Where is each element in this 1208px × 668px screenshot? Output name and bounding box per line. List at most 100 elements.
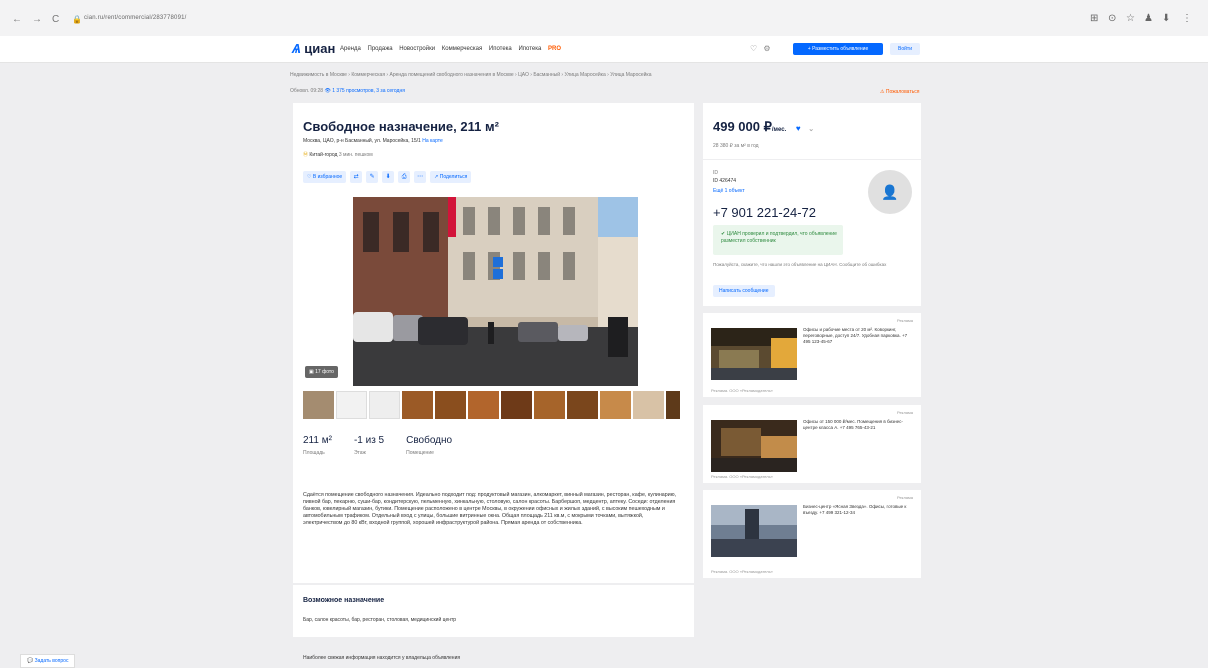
- nav-commercial[interactable]: Коммерческая: [442, 46, 482, 52]
- thumbnail[interactable]: [402, 391, 433, 419]
- address-bar[interactable]: cian.ru/rent/commercial/283778091/: [84, 15, 187, 21]
- share-label: Поделиться: [439, 174, 468, 180]
- ad-photo: [711, 328, 797, 380]
- listing-address: Москва, ЦАО, р-н Басманный, ул. Маросейк…: [303, 138, 443, 144]
- ad-photo: [711, 505, 797, 557]
- agent-other-listings[interactable]: Ещё 1 объект: [713, 188, 745, 194]
- price: 499 000 ₽/мес. ♥ ⌄: [713, 119, 814, 135]
- nav-mortgage[interactable]: Ипотека: [489, 46, 512, 52]
- compare-icon[interactable]: ⇄: [350, 171, 363, 183]
- ad-image: [711, 328, 797, 380]
- listing-params: 211 м² Площадь -1 из 5 Этаж Свободно Пом…: [303, 435, 452, 456]
- thumbnail[interactable]: [336, 391, 367, 419]
- favorite-button[interactable]: ♡ В избранное: [303, 171, 347, 183]
- agent-note: Пожалуйста, скажите, что нашли это объяв…: [713, 262, 887, 267]
- purpose-card: Возможное назначение Бар, салон красоты,…: [293, 585, 694, 637]
- purpose-text: Бар, салон красоты, бар, ресторан, столо…: [303, 617, 457, 623]
- ad-footer: Реклама. ООО «Рекламодатель»: [711, 388, 773, 393]
- ad-card[interactable]: Реклама Бизнес-центр «Ясная Звезда». Офи…: [703, 490, 921, 578]
- more-icon[interactable]: ⋯: [414, 171, 427, 183]
- extensions-icon[interactable]: ⊞: [1090, 13, 1098, 24]
- forward-icon[interactable]: →: [32, 14, 42, 25]
- ad-card[interactable]: Реклама Офисы от 150 000 ₽/мес. Помещени…: [703, 405, 921, 483]
- login-button[interactable]: Войти: [890, 43, 920, 55]
- updated-info: Обновл. 09:28 👁 1 375 просмотров, 3 за с…: [290, 88, 405, 94]
- favorites-icon[interactable]: ♡: [750, 44, 757, 53]
- param-label: Площадь: [303, 450, 325, 456]
- param-floor: -1 из 5 Этаж: [354, 435, 384, 456]
- profile-icon[interactable]: ♟: [1144, 13, 1153, 24]
- thumbnail[interactable]: [501, 391, 532, 419]
- param-area: 211 м² Площадь: [303, 435, 332, 456]
- nav-rent[interactable]: Аренда: [340, 46, 361, 52]
- ad-card[interactable]: Реклама Офисы и рабочие места от 20 м². …: [703, 313, 921, 397]
- thumbnail[interactable]: [600, 391, 631, 419]
- reload-icon[interactable]: C: [52, 14, 59, 25]
- param-value: -1 из 5: [353, 435, 385, 446]
- menu-icon[interactable]: ⋮: [1182, 13, 1192, 24]
- zoom-icon[interactable]: ⊙: [1108, 13, 1116, 24]
- logo[interactable]: Ѧ циан: [292, 41, 335, 56]
- ad-image: [711, 420, 797, 472]
- agent-label: ID: [713, 170, 718, 176]
- verified-text: ✔ ЦИАН проверил и подтвердил, что объявл…: [721, 231, 837, 244]
- favorite-label: В избранное: [312, 174, 343, 180]
- thumbnail[interactable]: [303, 391, 334, 419]
- back-icon[interactable]: ←: [12, 14, 22, 25]
- ad-text: Бизнес-центр «Ясная Звезда». Офисы, гото…: [803, 504, 907, 515]
- address-text[interactable]: Москва, ЦАО, р-н Басманный, ул. Маросейк…: [303, 138, 421, 144]
- breadcrumb[interactable]: Недвижимость в Москве › Коммерческая › А…: [290, 72, 652, 78]
- ad-image: [711, 505, 797, 557]
- print-icon[interactable]: ⎙: [398, 171, 411, 183]
- write-message-button[interactable]: Написать сообщение: [713, 285, 775, 297]
- price-favorite-icon[interactable]: ♥: [796, 124, 801, 133]
- place-ad-button[interactable]: + Разместить объявление: [793, 43, 883, 55]
- listing-title: Свободное назначение, 211 м²: [303, 119, 499, 134]
- agent-card: ID ID 426474 Ещё 1 объект 👤 +7 901 221-2…: [703, 160, 921, 306]
- ad-text: Офисы от 150 000 ₽/мес. Помещения в бизн…: [803, 419, 903, 430]
- ad-tag: Реклама: [896, 410, 913, 415]
- listing-actions: ♡ В избранное ⇄ ✎ ⬇ ⎙ ⋯ ↗ Поделиться: [303, 171, 472, 183]
- map-link[interactable]: На карте: [422, 138, 443, 144]
- verified-banner: ✔ ЦИАН проверил и подтвердил, что объявл…: [713, 225, 843, 255]
- chat-label: Задать вопрос: [34, 658, 69, 664]
- thumbnail[interactable]: [666, 391, 680, 419]
- nav-new[interactable]: Новостройки: [399, 46, 435, 52]
- price-more-icon[interactable]: ⌄: [808, 126, 814, 133]
- logo-mark: Ѧ: [292, 41, 301, 56]
- purpose-title: Возможное назначение: [303, 597, 385, 604]
- views-count[interactable]: 👁 1 375 просмотров, 3 за сегодня: [324, 88, 405, 94]
- thumbnail[interactable]: [534, 391, 565, 419]
- views-text: 1 375 просмотров, 3 за сегодня: [332, 88, 405, 94]
- thumbnail[interactable]: [435, 391, 466, 419]
- main-photo[interactable]: [353, 197, 638, 386]
- thumbnail[interactable]: [369, 391, 400, 419]
- photo-count-badge[interactable]: ▣ 17 фото: [305, 366, 338, 378]
- agent-id[interactable]: ID 426474: [713, 178, 736, 184]
- report-link[interactable]: ⚠ Пожаловаться: [880, 89, 919, 95]
- metro-station[interactable]: Китай-город: [309, 152, 337, 158]
- bookmark-icon[interactable]: ☆: [1126, 13, 1135, 24]
- browser-toolbar: ← → C 🔒 cian.ru/rent/commercial/28377809…: [0, 0, 1208, 37]
- thumbnail[interactable]: [567, 391, 598, 419]
- metro-time: 3 мин. пешком: [338, 152, 373, 158]
- thumbnail[interactable]: [468, 391, 499, 419]
- edit-icon[interactable]: ✎: [366, 171, 379, 183]
- phone-number[interactable]: +7 901 221-24-72: [713, 205, 816, 220]
- nav-sale[interactable]: Продажа: [368, 46, 393, 52]
- updated-date: Обновл. 09:28: [290, 88, 324, 94]
- download-icon[interactable]: ⬇: [1162, 13, 1170, 24]
- logo-text: циан: [304, 41, 336, 56]
- share-button[interactable]: ↗ Поделиться: [430, 171, 472, 183]
- metro-info: Ⓜ Китай-город 3 мин. пешком: [303, 151, 373, 158]
- avatar: 👤: [868, 170, 912, 214]
- price-per: /мес.: [771, 127, 787, 133]
- nav-pro[interactable]: PRO: [548, 46, 561, 52]
- download-icon[interactable]: ⬇: [382, 171, 395, 183]
- thumbnail[interactable]: [633, 391, 664, 419]
- nav-mortgage-2[interactable]: Ипотека: [518, 46, 541, 52]
- notifications-icon[interactable]: ⚙: [763, 44, 770, 53]
- lock-icon: 🔒: [72, 15, 82, 24]
- price-per-meter: 28 380 ₽ за м² в год: [713, 143, 759, 149]
- param-status: Свободно Помещение: [406, 435, 452, 456]
